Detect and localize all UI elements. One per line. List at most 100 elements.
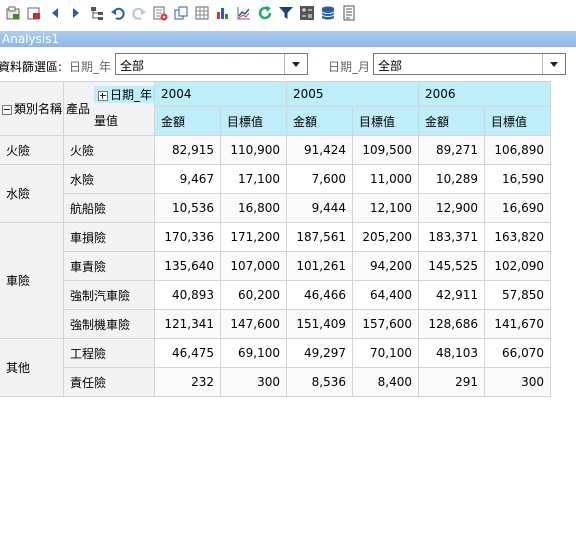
value-cell[interactable]: 57,850 xyxy=(484,280,551,310)
bar-chart-icon[interactable] xyxy=(215,5,231,21)
value-cell[interactable]: 232 xyxy=(154,367,221,397)
column-field-header[interactable]: 日期_年 xyxy=(94,86,154,103)
value-cell[interactable]: 64,400 xyxy=(352,280,419,310)
measure-header[interactable]: 金額 xyxy=(286,106,353,136)
calculator-icon[interactable] xyxy=(299,5,315,21)
value-cell[interactable]: 69,100 xyxy=(220,338,287,368)
year-header[interactable]: 2006 xyxy=(418,81,551,107)
value-cell[interactable]: 10,289 xyxy=(418,164,485,194)
value-cell[interactable]: 141,670 xyxy=(484,309,551,339)
value-cell[interactable]: 9,467 xyxy=(154,164,221,194)
redo-icon[interactable] xyxy=(131,5,147,21)
value-cell[interactable]: 157,600 xyxy=(352,309,419,339)
value-cell[interactable]: 42,911 xyxy=(418,280,485,310)
value-cell[interactable]: 121,341 xyxy=(154,309,221,339)
measure-header[interactable]: 金額 xyxy=(154,106,221,136)
value-cell[interactable]: 49,297 xyxy=(286,338,353,368)
measure-header[interactable]: 目標值 xyxy=(484,106,551,136)
value-cell[interactable]: 183,371 xyxy=(418,222,485,252)
value-cell[interactable]: 91,424 xyxy=(286,135,353,165)
product-cell[interactable]: 水險 xyxy=(63,164,155,194)
product-cell[interactable]: 責任險 xyxy=(63,367,155,397)
value-cell[interactable]: 102,090 xyxy=(484,251,551,281)
value-cell[interactable]: 163,820 xyxy=(484,222,551,252)
value-cell[interactable]: 16,690 xyxy=(484,193,551,223)
year-filter-dropdown[interactable]: 全部 xyxy=(115,53,308,75)
value-cell[interactable]: 17,100 xyxy=(220,164,287,194)
month-filter-dropdown[interactable]: 全部 xyxy=(373,53,566,75)
product-cell[interactable]: 車損險 xyxy=(63,222,155,252)
refresh-icon[interactable] xyxy=(257,5,273,21)
measure-header[interactable]: 目標值 xyxy=(220,106,287,136)
value-cell[interactable]: 12,900 xyxy=(418,193,485,223)
value-cell[interactable]: 16,590 xyxy=(484,164,551,194)
value-cell[interactable]: 291 xyxy=(418,367,485,397)
value-cell[interactable]: 40,893 xyxy=(154,280,221,310)
add-chart-icon[interactable] xyxy=(152,5,168,21)
value-cell[interactable]: 205,200 xyxy=(352,222,419,252)
value-cell[interactable]: 70,100 xyxy=(352,338,419,368)
product-cell[interactable]: 火險 xyxy=(63,135,155,165)
year-header[interactable]: 2004 xyxy=(154,81,287,107)
value-cell[interactable]: 66,070 xyxy=(484,338,551,368)
value-cell[interactable]: 12,100 xyxy=(352,193,419,223)
category-cell[interactable]: 火險 xyxy=(0,135,64,165)
filter-icon[interactable] xyxy=(278,5,294,21)
forward-icon[interactable] xyxy=(68,5,84,21)
value-cell[interactable]: 147,600 xyxy=(220,309,287,339)
value-cell[interactable]: 107,000 xyxy=(220,251,287,281)
product-cell[interactable]: 航船險 xyxy=(63,193,155,223)
value-cell[interactable]: 82,915 xyxy=(154,135,221,165)
year-filter-dropdown-button[interactable] xyxy=(284,54,307,74)
value-cell[interactable]: 170,336 xyxy=(154,222,221,252)
value-cell[interactable]: 151,409 xyxy=(286,309,353,339)
value-cell[interactable]: 145,525 xyxy=(418,251,485,281)
value-cell[interactable]: 46,466 xyxy=(286,280,353,310)
product-cell[interactable]: 工程險 xyxy=(63,338,155,368)
value-cell[interactable]: 9,444 xyxy=(286,193,353,223)
category-header[interactable]: 類別名稱 xyxy=(0,81,64,136)
value-cell[interactable]: 10,536 xyxy=(154,193,221,223)
category-cell[interactable]: 其他 xyxy=(0,338,64,397)
table-icon[interactable] xyxy=(194,5,210,21)
value-cell[interactable]: 60,200 xyxy=(220,280,287,310)
measure-header[interactable]: 目標值 xyxy=(352,106,419,136)
undo-icon[interactable] xyxy=(110,5,126,21)
value-cell[interactable]: 48,103 xyxy=(418,338,485,368)
value-cell[interactable]: 101,261 xyxy=(286,251,353,281)
value-cell[interactable]: 94,200 xyxy=(352,251,419,281)
line-chart-icon[interactable] xyxy=(236,5,252,21)
value-cell[interactable]: 300 xyxy=(220,367,287,397)
category-cell[interactable]: 水險 xyxy=(0,164,64,223)
value-cell[interactable]: 135,640 xyxy=(154,251,221,281)
back-icon[interactable] xyxy=(47,5,63,21)
year-header[interactable]: 2005 xyxy=(286,81,419,107)
value-cell[interactable]: 46,475 xyxy=(154,338,221,368)
database-icon[interactable] xyxy=(320,5,336,21)
value-cell[interactable]: 109,500 xyxy=(352,135,419,165)
save-icon[interactable] xyxy=(5,5,21,21)
measure-header[interactable]: 金額 xyxy=(418,106,485,136)
value-cell[interactable]: 187,561 xyxy=(286,222,353,252)
value-cell[interactable]: 8,536 xyxy=(286,367,353,397)
product-cell[interactable]: 強制汽車險 xyxy=(63,280,155,310)
month-filter-dropdown-button[interactable] xyxy=(542,54,565,74)
value-cell[interactable]: 16,800 xyxy=(220,193,287,223)
value-cell[interactable]: 110,900 xyxy=(220,135,287,165)
category-cell[interactable]: 車險 xyxy=(0,222,64,339)
product-cell[interactable]: 強制機車險 xyxy=(63,309,155,339)
value-cell[interactable]: 300 xyxy=(484,367,551,397)
export-icon[interactable] xyxy=(26,5,42,21)
product-header[interactable]: 產品 日期_年 量值 xyxy=(63,81,155,136)
copy-icon[interactable] xyxy=(173,5,189,21)
value-cell[interactable]: 106,890 xyxy=(484,135,551,165)
value-cell[interactable]: 171,200 xyxy=(220,222,287,252)
collapse-icon[interactable] xyxy=(2,104,12,115)
value-cell[interactable]: 8,400 xyxy=(352,367,419,397)
tree-icon[interactable] xyxy=(89,5,105,21)
value-cell[interactable]: 11,000 xyxy=(352,164,419,194)
product-cell[interactable]: 車責險 xyxy=(63,251,155,281)
value-cell[interactable]: 7,600 xyxy=(286,164,353,194)
value-cell[interactable]: 89,271 xyxy=(418,135,485,165)
document-icon[interactable] xyxy=(341,5,357,21)
